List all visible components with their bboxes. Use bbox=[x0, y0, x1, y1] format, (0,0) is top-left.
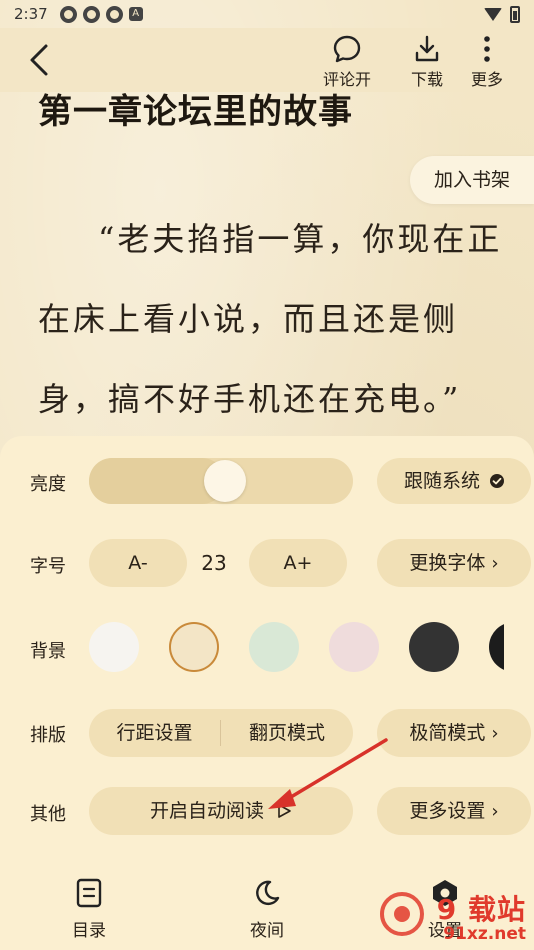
status-time: 2:37 bbox=[14, 5, 48, 23]
background-swatch-beige[interactable] bbox=[169, 622, 219, 672]
download-icon bbox=[415, 35, 439, 62]
chevron-right-icon: › bbox=[491, 801, 499, 822]
change-font-label: 更换字体 bbox=[409, 552, 486, 574]
book-list-icon bbox=[76, 878, 102, 908]
play-outline-icon bbox=[278, 804, 291, 818]
nav-toc-label: 目录 bbox=[72, 921, 106, 941]
chevron-right-icon: › bbox=[491, 553, 499, 574]
app-notification-icon bbox=[59, 5, 77, 23]
status-bar: 2:37 A bbox=[0, 0, 534, 28]
app-notification-icon bbox=[82, 5, 100, 23]
change-font-button[interactable]: 更换字体 › bbox=[377, 539, 531, 587]
background-swatch-black[interactable] bbox=[489, 622, 504, 672]
story-text-line: 身，搞不好手机还在充电。” bbox=[38, 380, 462, 418]
font-size-label: 字号 bbox=[30, 556, 66, 577]
other-label: 其他 bbox=[30, 804, 66, 825]
follow-system-toggle[interactable]: 跟随系统 bbox=[377, 458, 531, 504]
chevron-left-icon bbox=[30, 44, 48, 76]
font-size-value: 23 bbox=[201, 551, 227, 575]
background-swatch-dark-gray[interactable] bbox=[409, 622, 459, 672]
download-label: 下载 bbox=[410, 70, 443, 89]
story-text-line: “老夫掐指一算，你现在正 bbox=[98, 220, 503, 258]
more-vertical-icon bbox=[484, 36, 490, 62]
wifi-icon bbox=[484, 7, 502, 21]
background-label: 背景 bbox=[30, 641, 66, 662]
simple-mode-label: 极简模式 bbox=[409, 722, 486, 744]
page-turn-mode-button[interactable]: 翻页模式 bbox=[221, 709, 353, 757]
font-decrease-button[interactable]: A- bbox=[89, 539, 187, 587]
download-button[interactable]: 下载 bbox=[396, 32, 458, 90]
auto-read-button[interactable]: 开启自动阅读 bbox=[89, 787, 353, 835]
auto-read-label: 开启自动阅读 bbox=[149, 800, 264, 822]
font-increase-button[interactable]: A+ bbox=[249, 539, 347, 587]
brightness-slider[interactable] bbox=[89, 458, 353, 504]
more-label: 更多 bbox=[470, 70, 503, 89]
background-swatch-clip bbox=[489, 622, 504, 672]
brightness-label: 亮度 bbox=[30, 474, 66, 495]
simple-mode-button[interactable]: 极简模式 › bbox=[377, 709, 531, 757]
reader-top-bar: 评论开 下载 更多 bbox=[0, 28, 534, 92]
nav-night-label: 夜间 bbox=[250, 921, 284, 941]
watermark-line2: 91xz.net bbox=[443, 924, 526, 944]
comment-bubble-icon bbox=[333, 35, 361, 63]
notification-icons: A bbox=[59, 5, 143, 23]
moon-icon bbox=[256, 880, 280, 905]
chevron-right-icon: › bbox=[491, 723, 499, 744]
check-circle-icon bbox=[490, 474, 505, 488]
more-button[interactable]: 更多 bbox=[456, 32, 518, 90]
layout-label: 排版 bbox=[30, 725, 66, 746]
background-swatch-green[interactable] bbox=[249, 622, 299, 672]
add-to-shelf-button[interactable]: 加入书架 bbox=[410, 156, 534, 204]
follow-system-label: 跟随系统 bbox=[403, 470, 480, 492]
a-notification-icon: A bbox=[128, 7, 143, 21]
comment-toggle-button[interactable]: 评论开 bbox=[316, 32, 378, 90]
more-settings-label: 更多设置 bbox=[409, 800, 486, 822]
brightness-slider-thumb[interactable] bbox=[204, 460, 246, 502]
line-spacing-button[interactable]: 行距设置 bbox=[89, 709, 220, 757]
nav-toc[interactable]: 目录 bbox=[44, 878, 134, 941]
watermark-line1: 9 载站 bbox=[436, 893, 526, 926]
system-icons bbox=[484, 5, 520, 23]
app-notification-icon bbox=[105, 5, 123, 23]
chapter-title: 第一章论坛里的故事 bbox=[38, 92, 353, 132]
background-swatch-white[interactable] bbox=[89, 622, 139, 672]
battery-icon bbox=[510, 5, 520, 23]
back-button[interactable] bbox=[22, 40, 58, 80]
more-settings-button[interactable]: 更多设置 › bbox=[377, 787, 531, 835]
story-text-line: 在床上看小说，而且还是侧 bbox=[38, 300, 459, 338]
nav-night-mode[interactable]: 夜间 bbox=[222, 878, 312, 941]
background-swatch-pink[interactable] bbox=[329, 622, 379, 672]
